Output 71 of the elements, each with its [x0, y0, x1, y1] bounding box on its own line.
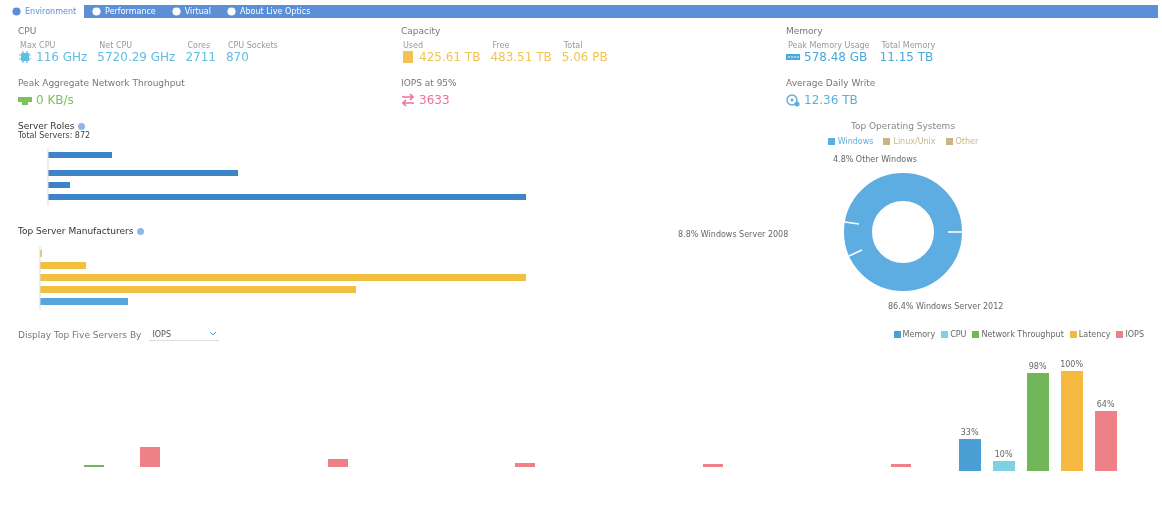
- bar-value-label: 10%: [994, 450, 1013, 459]
- caret-icon: [210, 332, 217, 336]
- metric-title: Average Daily Write: [786, 78, 877, 88]
- chart-subtitle: Total Servers: 872: [18, 131, 92, 140]
- bar-value-label: 33%: [960, 428, 979, 437]
- stat-value: 578.48 GB: [804, 50, 868, 64]
- bar: [1094, 411, 1117, 471]
- bar: [48, 152, 112, 158]
- stat-value: 12.36 TB: [804, 93, 858, 107]
- stat-value: 0 KB/s: [36, 93, 74, 107]
- info-icon: [78, 122, 86, 130]
- slice-label: 4.8% Other Windows: [833, 155, 917, 164]
- legend-label[interactable]: Other: [955, 137, 979, 146]
- tab[interactable]: About Live Optics: [218, 5, 319, 18]
- top-five-label: Display Top Five Servers By: [18, 329, 142, 340]
- metric-title: Capacity: [401, 26, 442, 36]
- tab-icon: [226, 7, 236, 16]
- bar: [703, 464, 724, 467]
- stat-label: Used: [402, 41, 425, 50]
- info-icon: [137, 227, 145, 235]
- metric-dropdown[interactable]: IOPS: [149, 328, 220, 341]
- stat-value: 5.06 PB: [561, 50, 608, 64]
- stat-label: Cores: [186, 41, 212, 50]
- bar-value-label: 64%: [1096, 400, 1115, 409]
- bar: [40, 262, 86, 269]
- stat-value: 870: [225, 50, 249, 64]
- bar: [992, 461, 1015, 471]
- tab-icon: [92, 7, 102, 16]
- legend-label[interactable]: Latency: [1078, 330, 1111, 339]
- bar: [327, 459, 348, 467]
- slice-label: 86.4% Windows Server 2012: [888, 302, 1004, 311]
- bar-value-label: 98%: [1028, 362, 1047, 371]
- legend-label[interactable]: Linux/Unix: [893, 137, 936, 146]
- legend-label[interactable]: Network Throughput: [981, 330, 1064, 339]
- stat-label: Total Memory: [880, 41, 936, 50]
- slice-label: 8.8% Windows Server 2008: [678, 230, 789, 239]
- stat-value: 425.61 TB: [419, 50, 481, 64]
- metric-title: IOPS at 95%: [401, 78, 458, 88]
- metric-title: CPU: [18, 26, 38, 36]
- bar: [48, 182, 70, 188]
- stat-label: Max CPU: [19, 41, 57, 50]
- tab[interactable]: Performance: [84, 5, 164, 18]
- bar: [958, 439, 981, 471]
- tab-icon: [171, 7, 181, 16]
- bar-value-label: 100%: [1060, 360, 1084, 369]
- stat-value: 483.51 TB: [490, 50, 552, 64]
- tab-icon: [12, 7, 21, 16]
- stat-label: CPU Sockets: [226, 41, 278, 50]
- tab[interactable]: Environment: [4, 5, 85, 18]
- bar: [140, 447, 160, 467]
- stat-label: Peak Memory Usage: [787, 41, 870, 50]
- stat-value: 116 GHz: [36, 50, 88, 64]
- legend-label[interactable]: CPU: [950, 330, 967, 339]
- chart-title: Top Operating Systems: [850, 121, 956, 131]
- chart-title: Top Server Manufacturers: [18, 226, 134, 236]
- legend-label[interactable]: Windows: [837, 137, 874, 146]
- stat-value: 5720.29 GHz: [97, 50, 176, 64]
- metric-title: Memory: [786, 26, 824, 36]
- tab[interactable]: Virtual: [163, 5, 219, 18]
- bar: [515, 463, 536, 467]
- bar: [890, 464, 911, 467]
- stat-value: 11.15 TB: [879, 50, 934, 64]
- metric-title: Peak Aggregate Network Throughput: [18, 78, 186, 88]
- stat-value: 2711: [185, 50, 216, 64]
- chart-title: Server Roles: [18, 121, 75, 131]
- stat-label: Total: [562, 41, 584, 50]
- legend-label[interactable]: Memory: [902, 330, 936, 339]
- stat-value: 3633: [419, 93, 450, 107]
- legend-label[interactable]: IOPS: [1125, 330, 1144, 339]
- stat-label: Net CPU: [98, 41, 134, 50]
- stat-label: Free: [491, 41, 511, 50]
